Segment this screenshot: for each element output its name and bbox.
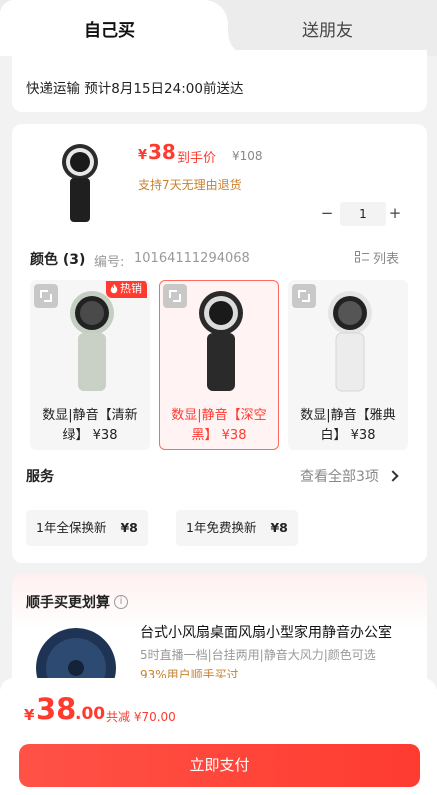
tab-self[interactable]: 自己买: [84, 16, 135, 41]
color-option-name: 数显|静音【深空黑】 ¥38: [171, 408, 267, 443]
service-option[interactable]: 1年免费换新 ¥8: [176, 510, 298, 546]
fan-image-white: [328, 291, 372, 392]
shipping-estimate: 快递运输 预计8月15日24:00前送达: [26, 81, 244, 97]
service-price: ¥8: [120, 520, 138, 535]
refund-policy: 支持7天无理由退货: [138, 178, 242, 192]
service-option[interactable]: 1年全保换新 ¥8: [26, 510, 148, 546]
total-symbol: ¥: [24, 706, 35, 724]
chevron-right-icon: [387, 470, 399, 482]
expand-icon[interactable]: [34, 284, 58, 308]
product-card: ¥ 38 到手价 ¥108 支持7天无理由退货 − 1 + 颜色 (3) 编号:…: [12, 124, 427, 563]
fan-image-black: [199, 291, 243, 391]
info-icon[interactable]: i: [114, 595, 128, 609]
final-price: 38: [148, 140, 176, 164]
addon-title-text: 顺手买更划算: [26, 595, 110, 611]
addon-product-desc: 5时直播一档|台挂两用|静音大风力|颜色可选: [140, 648, 376, 662]
color-option-white[interactable]: 数显|静音【雅典白】 ¥38: [288, 280, 408, 450]
quantity-input[interactable]: 1: [340, 202, 386, 226]
quantity-increase-button[interactable]: +: [388, 204, 402, 222]
color-option-green[interactable]: 热销 数显|静音【清新绿】 ¥38: [30, 280, 150, 450]
total-price-decimal: .00: [75, 704, 106, 724]
addon-title: 顺手买更划算 i: [26, 592, 128, 612]
final-price-tag: 到手价: [177, 151, 217, 166]
quantity-decrease-button[interactable]: −: [320, 204, 334, 222]
total-price-integer: 38: [36, 692, 77, 726]
service-name: 1年免费换新: [186, 520, 257, 535]
color-option-name: 数显|静音【雅典白】 ¥38: [300, 408, 396, 443]
view-all-services-link[interactable]: 查看全部3项: [300, 466, 399, 486]
price-symbol: ¥: [138, 148, 148, 163]
expand-icon[interactable]: [292, 284, 316, 308]
list-icon: [355, 251, 369, 263]
checkout-footer: ¥ 38 .00 共减 ¥70.00 立即支付: [0, 678, 437, 795]
service-name: 1年全保换新: [36, 520, 107, 535]
list-view-toggle[interactable]: 列表: [355, 248, 400, 267]
hot-sale-label: 热销: [120, 282, 142, 295]
service-section-title: 服务: [26, 469, 54, 485]
original-price: ¥108: [232, 149, 263, 163]
expand-icon[interactable]: [163, 284, 187, 308]
total-discount: 共减 ¥70.00: [106, 710, 176, 724]
fan-image-green: [70, 291, 114, 391]
purchase-mode-tabs: 自己买 送朋友: [0, 0, 437, 56]
sku-label: 编号:: [94, 255, 125, 270]
tab-friend[interactable]: 送朋友: [302, 16, 353, 41]
color-option-black[interactable]: 数显|静音【深空黑】 ¥38: [159, 280, 279, 450]
sku-number: 10164111294068: [134, 251, 250, 266]
service-price: ¥8: [270, 520, 288, 535]
shipping-card: 快递运输 预计8月15日24:00前送达: [12, 50, 427, 112]
list-view-label: 列表: [373, 251, 400, 267]
product-thumbnail[interactable]: [58, 142, 102, 224]
addon-product-name[interactable]: 台式小风扇桌面风扇小型家用静音办公室: [140, 622, 416, 642]
color-option-name: 数显|静音【清新绿】 ¥38: [42, 408, 138, 443]
color-section-title: 颜色 (3): [30, 252, 86, 268]
pay-now-button[interactable]: 立即支付: [19, 744, 420, 787]
view-all-label: 查看全部3项: [300, 469, 379, 485]
